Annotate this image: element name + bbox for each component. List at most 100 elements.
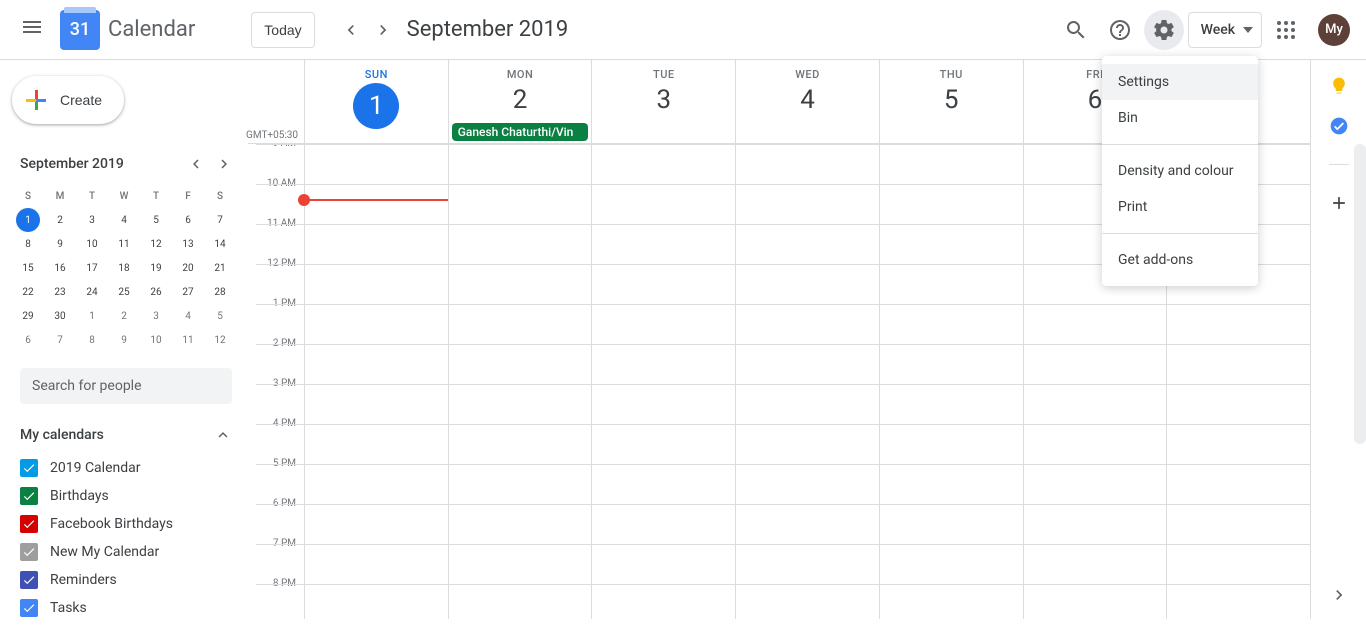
day-header[interactable]: MON 2 Ganesh Chaturthi/Vin <box>448 60 592 143</box>
mini-day-cell[interactable]: 20 <box>172 256 204 280</box>
mini-day-cell[interactable]: 29 <box>12 304 44 328</box>
mini-day-cell[interactable]: 16 <box>44 256 76 280</box>
mini-day-cell[interactable]: 12 <box>204 328 236 352</box>
day-number[interactable]: 3 <box>592 85 735 115</box>
day-header[interactable]: TUE3 <box>591 60 735 143</box>
search-button[interactable] <box>1056 10 1096 50</box>
mini-day-cell[interactable]: 2 <box>108 304 140 328</box>
day-header[interactable]: THU5 <box>879 60 1023 143</box>
create-button[interactable]: Create <box>12 76 124 124</box>
google-apps-button[interactable] <box>1266 10 1306 50</box>
vertical-scrollbar[interactable] <box>1354 144 1366 444</box>
settings-menu-item[interactable]: Settings <box>1102 64 1258 100</box>
mini-day-cell[interactable]: 10 <box>140 328 172 352</box>
mini-day-header: T <box>140 184 172 208</box>
mini-day-cell[interactable]: 3 <box>76 208 108 232</box>
settings-button[interactable] <box>1144 10 1184 50</box>
mini-day-cell[interactable]: 27 <box>172 280 204 304</box>
mini-day-cell[interactable]: 8 <box>76 328 108 352</box>
day-number[interactable]: 5 <box>880 85 1023 115</box>
calendar-checkbox[interactable] <box>20 459 38 477</box>
keep-icon[interactable] <box>1329 76 1349 96</box>
mini-day-cell[interactable]: 4 <box>172 304 204 328</box>
mini-day-cell[interactable]: 1 <box>16 208 40 232</box>
calendar-checkbox[interactable] <box>20 599 38 617</box>
calendar-list-item[interactable]: New My Calendar <box>12 538 240 566</box>
current-period-label[interactable]: September 2019 <box>407 17 569 42</box>
mini-day-cell[interactable]: 7 <box>44 328 76 352</box>
mini-day-cell[interactable]: 8 <box>12 232 44 256</box>
help-button[interactable] <box>1100 10 1140 50</box>
my-calendars-toggle[interactable]: My calendars <box>12 420 240 450</box>
mini-day-cell[interactable]: 26 <box>140 280 172 304</box>
day-number[interactable]: 2 <box>449 85 592 115</box>
settings-menu-item[interactable]: Get add-ons <box>1102 242 1258 278</box>
mini-day-cell[interactable]: 11 <box>108 232 140 256</box>
mini-prev-button[interactable] <box>184 152 208 176</box>
day-abbr: MON <box>449 68 592 81</box>
main-menu-button[interactable] <box>8 6 56 54</box>
calendar-checkbox[interactable] <box>20 487 38 505</box>
mini-day-cell[interactable]: 12 <box>140 232 172 256</box>
hide-side-panel-button[interactable] <box>1311 571 1366 619</box>
view-switcher[interactable]: Week <box>1188 12 1262 48</box>
settings-menu-item[interactable]: Density and colour <box>1102 153 1258 189</box>
mini-day-cell[interactable]: 21 <box>204 256 236 280</box>
add-addon-button[interactable] <box>1329 193 1349 213</box>
mini-day-cell[interactable]: 14 <box>204 232 236 256</box>
day-column[interactable] <box>448 144 592 619</box>
calendar-label: New My Calendar <box>50 544 159 560</box>
day-column[interactable] <box>304 144 448 619</box>
day-header[interactable]: SUN1 <box>304 60 448 143</box>
day-column[interactable] <box>591 144 735 619</box>
calendar-list-item[interactable]: 2019 Calendar <box>12 454 240 482</box>
mini-day-cell[interactable]: 15 <box>12 256 44 280</box>
settings-menu-item[interactable]: Print <box>1102 189 1258 225</box>
settings-menu-item[interactable]: Bin <box>1102 100 1258 136</box>
day-number[interactable]: 4 <box>736 85 879 115</box>
calendar-checkbox[interactable] <box>20 571 38 589</box>
day-header[interactable]: WED4 <box>735 60 879 143</box>
day-number[interactable]: 1 <box>353 83 399 129</box>
mini-day-cell[interactable]: 5 <box>204 304 236 328</box>
account-avatar[interactable]: My <box>1318 14 1350 46</box>
mini-day-cell[interactable]: 10 <box>76 232 108 256</box>
mini-day-cell[interactable]: 5 <box>140 208 172 232</box>
mini-day-cell[interactable]: 3 <box>140 304 172 328</box>
mini-day-cell[interactable]: 6 <box>172 208 204 232</box>
mini-day-cell[interactable]: 18 <box>108 256 140 280</box>
mini-day-cell[interactable]: 22 <box>12 280 44 304</box>
calendar-checkbox[interactable] <box>20 515 38 533</box>
mini-day-cell[interactable]: 2 <box>44 208 76 232</box>
day-column[interactable] <box>735 144 879 619</box>
mini-day-cell[interactable]: 1 <box>76 304 108 328</box>
mini-day-cell[interactable]: 11 <box>172 328 204 352</box>
mini-day-cell[interactable]: 6 <box>12 328 44 352</box>
mini-day-cell[interactable]: 25 <box>108 280 140 304</box>
calendar-list-item[interactable]: Reminders <box>12 566 240 594</box>
calendar-list-item[interactable]: Tasks <box>12 594 240 622</box>
mini-day-cell[interactable]: 9 <box>108 328 140 352</box>
mini-day-cell[interactable]: 7 <box>204 208 236 232</box>
mini-day-cell[interactable]: 28 <box>204 280 236 304</box>
mini-day-cell[interactable]: 24 <box>76 280 108 304</box>
mini-next-button[interactable] <box>212 152 236 176</box>
tasks-icon[interactable] <box>1329 116 1349 136</box>
today-button[interactable]: Today <box>251 12 314 48</box>
mini-day-header: F <box>172 184 204 208</box>
calendar-list-item[interactable]: Birthdays <box>12 482 240 510</box>
prev-period-button[interactable] <box>335 14 367 46</box>
day-column[interactable] <box>879 144 1023 619</box>
mini-day-cell[interactable]: 23 <box>44 280 76 304</box>
calendar-checkbox[interactable] <box>20 543 38 561</box>
mini-day-cell[interactable]: 13 <box>172 232 204 256</box>
next-period-button[interactable] <box>367 14 399 46</box>
allday-event[interactable]: Ganesh Chaturthi/Vin <box>452 123 589 141</box>
mini-day-cell[interactable]: 9 <box>44 232 76 256</box>
mini-day-cell[interactable]: 4 <box>108 208 140 232</box>
mini-day-cell[interactable]: 17 <box>76 256 108 280</box>
calendar-list-item[interactable]: Facebook Birthdays <box>12 510 240 538</box>
search-people-input[interactable]: Search for people <box>20 368 232 404</box>
mini-day-cell[interactable]: 30 <box>44 304 76 328</box>
mini-day-cell[interactable]: 19 <box>140 256 172 280</box>
